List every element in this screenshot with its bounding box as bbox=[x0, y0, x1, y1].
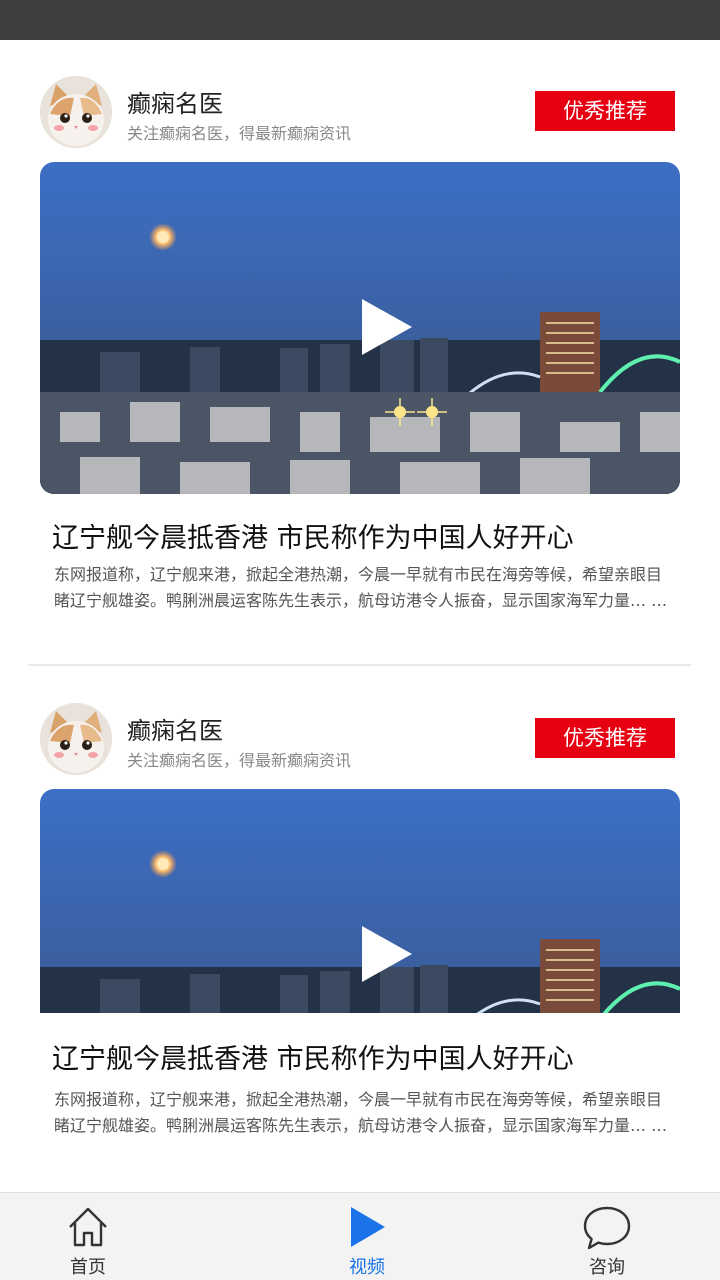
chat-bubble-icon bbox=[583, 1206, 631, 1250]
author-name[interactable]: 癫痫名医 bbox=[127, 711, 223, 746]
recommend-badge[interactable]: 优秀推荐 bbox=[535, 718, 675, 758]
recommend-badge[interactable]: 优秀推荐 bbox=[535, 91, 675, 131]
home-icon bbox=[69, 1207, 107, 1247]
author-name[interactable]: 癫痫名医 bbox=[127, 84, 223, 119]
avatar[interactable] bbox=[40, 703, 112, 775]
tab-consult[interactable]: 咨询 bbox=[547, 1193, 667, 1280]
status-bar bbox=[0, 0, 720, 40]
video-thumbnail[interactable] bbox=[40, 162, 680, 494]
tab-home-label: 首页 bbox=[70, 1257, 106, 1278]
play-icon bbox=[351, 1207, 385, 1247]
video-title[interactable]: 辽宁舰今晨抵香港 市民称作为中国人好开心 bbox=[52, 1037, 574, 1076]
video-feed[interactable]: 癫痫名医 关注癫痫名医，得最新癫痫资讯 优秀推荐 辽宁舰今晨抵香港 市民称作为中… bbox=[0, 40, 720, 1192]
play-icon[interactable] bbox=[358, 297, 414, 357]
author-description: 关注癫痫名医，得最新癫痫资讯 bbox=[127, 124, 352, 143]
bottom-tab-bar: 首页 视频 咨询 bbox=[0, 1192, 720, 1280]
tab-consult-label: 咨询 bbox=[589, 1257, 625, 1278]
tab-video-label: 视频 bbox=[349, 1257, 385, 1278]
video-summary: 东网报道称，辽宁舰来港，掀起全港热潮，今晨一早就有市民在海旁等候，希望亲眼目睹辽… bbox=[54, 565, 668, 610]
tab-video[interactable]: 视频 bbox=[307, 1193, 427, 1280]
video-title[interactable]: 辽宁舰今晨抵香港 市民称作为中国人好开心 bbox=[52, 516, 574, 555]
avatar[interactable] bbox=[40, 76, 112, 148]
video-summary: 东网报道称，辽宁舰来港，掀起全港热潮，今晨一早就有市民在海旁等候，希望亲眼目睹辽… bbox=[54, 1090, 668, 1135]
author-description: 关注癫痫名医，得最新癫痫资讯 bbox=[127, 751, 352, 770]
video-thumbnail[interactable] bbox=[40, 789, 680, 1013]
card-divider bbox=[28, 664, 691, 666]
play-icon[interactable] bbox=[358, 924, 414, 984]
tab-home[interactable]: 首页 bbox=[28, 1193, 148, 1280]
